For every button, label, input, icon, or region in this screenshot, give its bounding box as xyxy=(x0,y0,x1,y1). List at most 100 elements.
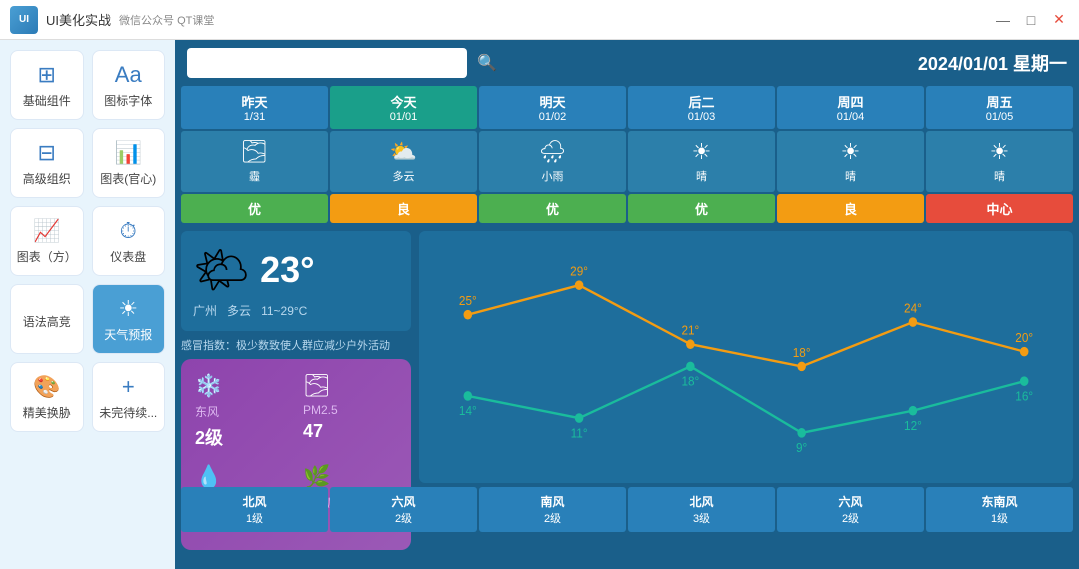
maximize-button[interactable]: □ xyxy=(1021,10,1041,30)
sidebar-icon-chart-square: 📈 xyxy=(33,218,60,244)
day-date-1: 01/01 xyxy=(334,111,473,123)
sidebar-label-advanced-layout: 高级组织 xyxy=(23,170,71,187)
day-date-3: 01/03 xyxy=(632,111,771,123)
sidebar-icon-fine-switch: 🎨 xyxy=(33,374,60,400)
sidebar-label-syntax-challenge: 语法高竞 xyxy=(23,313,71,330)
wind-level-5: 1级 xyxy=(930,510,1069,526)
weather-icon-2: 🌧 xyxy=(539,139,567,165)
sidebar-icon-weather-forecast: ☀ xyxy=(118,296,138,322)
close-button[interactable]: ✕ xyxy=(1049,10,1069,30)
day-cell-4[interactable]: 周四 01/04 xyxy=(777,86,924,129)
day-name-2: 明天 xyxy=(483,92,622,111)
main-layout: ⊞ 基础组件Aa 图标字体⊟ 高级组织📊 图表(官心)📈 图表（方）⏱ 仪表盘 … xyxy=(0,40,1079,569)
wind-dir-1: 六风 xyxy=(334,493,473,510)
wind-dir-5: 东南风 xyxy=(930,493,1069,510)
content-area: 🔍 2024/01/01 星期一 昨天 1/31今天 01/01明天 01/02… xyxy=(175,40,1079,569)
day-cell-2[interactable]: 明天 01/02 xyxy=(479,86,626,129)
sidebar-item-font-icon[interactable]: Aa 图标字体 xyxy=(92,50,166,120)
sidebar-item-fine-switch[interactable]: 🎨 精美换胁 xyxy=(10,362,84,432)
low-dot-3 xyxy=(797,428,806,438)
pm25-stat: 🌫 PM2.5 47 xyxy=(303,373,397,450)
weather-icon-3: ☀ xyxy=(692,139,712,165)
low-label-5: 16° xyxy=(1015,389,1033,404)
low-label-2: 18° xyxy=(681,374,699,389)
weather-left-panel: 🌤 23° 广州 多云 11~29°C 感冒指数：极少数致使人群应减少户外活动 xyxy=(181,231,411,483)
day-name-4: 周四 xyxy=(781,92,920,111)
wind-cell-5: 东南风 1级 xyxy=(926,487,1073,532)
sidebar-label-chart-square: 图表（方） xyxy=(17,248,77,265)
sidebar-icon-pending: + xyxy=(122,374,135,400)
weather-icon-0: 🌫 xyxy=(241,139,269,165)
weather-icon-cell-1: ⛅ 多云 xyxy=(330,131,477,192)
pm25-label: PM2.5 xyxy=(303,403,338,417)
high-temp-line xyxy=(468,285,1024,366)
weather-icon-cell-3: ☀ 晴 xyxy=(628,131,775,192)
minimize-button[interactable]: — xyxy=(993,10,1013,30)
quality-cell-2: 优 xyxy=(479,194,626,223)
sidebar-icon-basic-components: ⊞ xyxy=(38,62,56,88)
sidebar-icon-advanced-layout: ⊟ xyxy=(38,140,56,166)
bottom-section: 🌤 23° 广州 多云 11~29°C 感冒指数：极少数致使人群应减少户外活动 xyxy=(175,227,1079,487)
day-cell-3[interactable]: 后二 01/03 xyxy=(628,86,775,129)
wind-level-3: 3级 xyxy=(632,510,771,526)
weather-desc-3: 晴 xyxy=(696,168,707,184)
search-input[interactable] xyxy=(187,48,467,78)
sidebar-label-font-icon: 图标字体 xyxy=(104,92,152,109)
wind-row: 北风 1级六风 2级南风 2级北风 3级六风 2级东南风 1级 xyxy=(175,487,1079,536)
day-cell-5[interactable]: 周五 01/05 xyxy=(926,86,1073,129)
day-date-2: 01/02 xyxy=(483,111,622,123)
sidebar-label-fine-switch: 精美换胁 xyxy=(23,404,71,421)
high-dot-4 xyxy=(909,317,918,327)
weather-desc-5: 晴 xyxy=(994,168,1005,184)
sidebar-item-chart-official[interactable]: 📊 图表(官心) xyxy=(92,128,166,198)
content-header: 🔍 2024/01/01 星期一 xyxy=(175,40,1079,86)
day-cell-1[interactable]: 今天 01/01 xyxy=(330,86,477,129)
app-subtitle: 微信公众号 QT课堂 xyxy=(119,12,214,28)
low-dot-1 xyxy=(575,413,584,423)
sidebar-icon-chart-official: 📊 xyxy=(115,140,142,166)
high-dot-1 xyxy=(575,280,584,290)
wind-cell-4: 六风 2级 xyxy=(777,487,924,532)
wind-value: 2级 xyxy=(195,424,223,450)
quality-cell-1: 良 xyxy=(330,194,477,223)
wind-level-0: 1级 xyxy=(185,510,324,526)
wind-cell-1: 六风 2级 xyxy=(330,487,477,532)
chart-svg: 25°29°21°18°24°20°14°11°18°9°12°16° xyxy=(425,239,1067,479)
pm25-value: 47 xyxy=(303,421,323,442)
weather-icon-cell-2: 🌧 小雨 xyxy=(479,131,626,192)
sidebar-icon-dashboard: ⏱ xyxy=(120,218,137,244)
current-weather-card: 🌤 23° 广州 多云 11~29°C xyxy=(181,231,411,331)
low-dot-0 xyxy=(464,391,473,401)
quality-cell-5: 中心 xyxy=(926,194,1073,223)
high-label-0: 25° xyxy=(459,293,477,308)
pm25-icon: 🌫 xyxy=(303,373,331,399)
sidebar-item-advanced-layout[interactable]: ⊟ 高级组织 xyxy=(10,128,84,198)
weather-icon-4: ☀ xyxy=(841,139,861,165)
date-display: 2024/01/01 星期一 xyxy=(918,50,1067,76)
window-controls: — □ ✕ xyxy=(993,0,1069,39)
search-button[interactable]: 🔍 xyxy=(477,53,497,73)
day-cell-0[interactable]: 昨天 1/31 xyxy=(181,86,328,129)
weather-detail: 广州 多云 11~29°C xyxy=(193,302,399,319)
high-label-5: 20° xyxy=(1015,330,1033,345)
day-date-4: 01/04 xyxy=(781,111,920,123)
feel-index-text: 感冒指数：极少数致使人群应减少户外活动 xyxy=(181,337,411,353)
wind-stat: ❄️ 东风 2级 xyxy=(195,373,289,450)
sidebar-item-pending[interactable]: + 未完待续... xyxy=(92,362,166,432)
high-dot-3 xyxy=(797,362,806,372)
wind-cell-2: 南风 2级 xyxy=(479,487,626,532)
weather-icon-cell-4: ☀ 晴 xyxy=(777,131,924,192)
low-temp-line xyxy=(468,366,1024,432)
sidebar-item-syntax-challenge[interactable]: 语法高竞 xyxy=(10,284,84,354)
weather-desc-2: 小雨 xyxy=(542,168,564,184)
wind-dir-4: 六风 xyxy=(781,493,920,510)
wind-icon: ❄️ xyxy=(195,373,222,399)
sidebar-label-basic-components: 基础组件 xyxy=(23,92,71,109)
sidebar-item-basic-components[interactable]: ⊞ 基础组件 xyxy=(10,50,84,120)
sidebar-item-weather-forecast[interactable]: ☀ 天气预报 xyxy=(92,284,166,354)
weather-desc-4: 晴 xyxy=(845,168,856,184)
sidebar-item-dashboard[interactable]: ⏱ 仪表盘 xyxy=(92,206,166,276)
temperature-chart: 25°29°21°18°24°20°14°11°18°9°12°16° xyxy=(419,231,1073,483)
low-dot-5 xyxy=(1020,376,1029,386)
sidebar-item-chart-square[interactable]: 📈 图表（方） xyxy=(10,206,84,276)
